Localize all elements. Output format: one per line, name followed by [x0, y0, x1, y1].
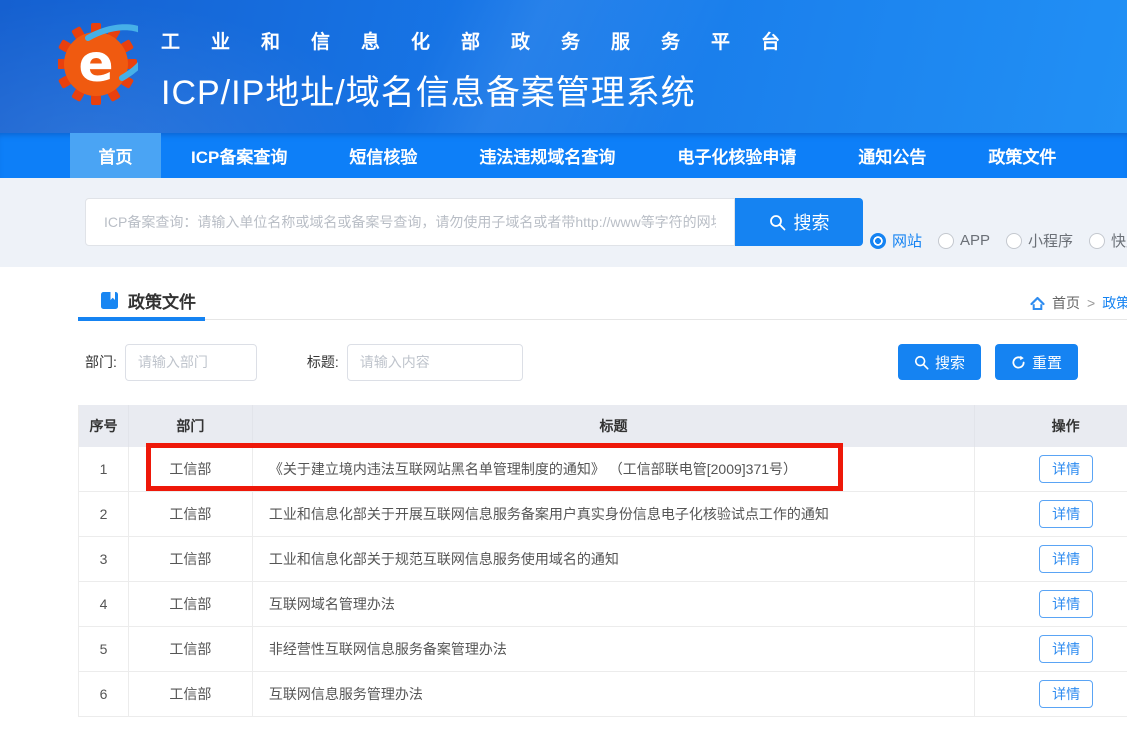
- row-title: 《关于建立境内违法互联网站黑名单管理制度的通知》 （工信部联电管[2009]37…: [253, 447, 975, 491]
- policy-table: 序号 部门 标题 操作 1 工信部 《关于建立境内违法互联网站黑名单管理制度的通…: [78, 405, 1127, 717]
- search-type-radios: 网站 APP 小程序 快应用: [870, 230, 1127, 251]
- row-no: 5: [79, 627, 129, 671]
- refresh-icon: [1011, 355, 1026, 370]
- radio-unselected-icon: [1006, 233, 1022, 249]
- row-dept: 工信部: [129, 672, 253, 716]
- row-no: 2: [79, 492, 129, 536]
- system-title: ICP/IP地址/域名信息备案管理系统: [161, 65, 811, 114]
- title-filter-label: 标题:: [307, 352, 339, 372]
- row-no: 6: [79, 672, 129, 716]
- radio-unselected-icon: [1089, 233, 1105, 249]
- icp-search-button[interactable]: 搜索: [735, 198, 863, 246]
- dept-filter-label: 部门:: [85, 352, 117, 372]
- detail-button[interactable]: 详情: [1039, 590, 1093, 618]
- nav-item-notices[interactable]: 通知公告: [858, 133, 926, 178]
- radio-unselected-icon: [938, 233, 954, 249]
- radio-app[interactable]: APP: [938, 232, 990, 249]
- row-dept: 工信部: [129, 447, 253, 491]
- nav-item-icp-query[interactable]: ICP备案查询: [191, 133, 287, 178]
- row-title: 互联网信息服务管理办法: [253, 672, 975, 716]
- row-dept: 工信部: [129, 537, 253, 581]
- breadcrumb-current: 政策文件: [1102, 293, 1127, 313]
- table-row: 6 工信部 互联网信息服务管理办法 详情: [79, 672, 1127, 717]
- row-title: 互联网域名管理办法: [253, 582, 975, 626]
- platform-title: 工业和信息化部政务服务平台: [161, 27, 811, 54]
- detail-button[interactable]: 详情: [1039, 455, 1093, 483]
- row-no: 4: [79, 582, 129, 626]
- breadcrumb-home-link[interactable]: 首页: [1052, 293, 1080, 313]
- icp-search-input[interactable]: [85, 198, 735, 246]
- section-divider: [78, 319, 1127, 320]
- icp-search-button-label: 搜索: [794, 209, 830, 235]
- search-icon: [914, 355, 929, 370]
- row-dept: 工信部: [129, 492, 253, 536]
- nav-item-policy-docs[interactable]: 政策文件: [988, 133, 1056, 178]
- filter-buttons: 搜索 重置: [898, 344, 1078, 380]
- col-header-dept: 部门: [129, 405, 253, 447]
- title-filter-input[interactable]: [347, 344, 523, 381]
- page-header: e 工业和信息化部政务服务平台 ICP/IP地址/域名信息备案管理系统: [0, 0, 1127, 133]
- main-nav: 首页 ICP备案查询 短信核验 违法违规域名查询 电子化核验申请 通知公告 政策…: [0, 133, 1127, 178]
- table-row: 2 工信部 工业和信息化部关于开展互联网信息服务备案用户真实身份信息电子化核验试…: [79, 492, 1127, 537]
- table-row: 3 工信部 工业和信息化部关于规范互联网信息服务使用域名的通知 详情: [79, 537, 1127, 582]
- row-dept: 工信部: [129, 582, 253, 626]
- filter-search-button[interactable]: 搜索: [898, 344, 981, 380]
- table-header-row: 序号 部门 标题 操作: [79, 405, 1127, 447]
- nav-item-e-verification[interactable]: 电子化核验申请: [677, 133, 796, 178]
- miit-gear-e-logo: e: [58, 18, 138, 110]
- radio-miniprogram[interactable]: 小程序: [1006, 230, 1073, 251]
- filter-form: 部门: 标题:: [85, 343, 523, 381]
- col-header-no: 序号: [79, 405, 129, 447]
- section-title-underline: [78, 317, 205, 321]
- col-header-operation: 操作: [975, 405, 1127, 447]
- detail-button[interactable]: 详情: [1039, 500, 1093, 528]
- col-header-title: 标题: [253, 405, 975, 447]
- book-icon: [100, 291, 119, 310]
- row-title: 工业和信息化部关于开展互联网信息服务备案用户真实身份信息电子化核验试点工作的通知: [253, 492, 975, 536]
- quick-search-band: 搜索 网站 APP 小程序 快应用: [0, 178, 1127, 267]
- table-row: 5 工信部 非经营性互联网信息服务备案管理办法 详情: [79, 627, 1127, 672]
- filter-reset-button[interactable]: 重置: [995, 344, 1078, 380]
- home-icon: [1030, 296, 1045, 311]
- radio-selected-icon: [870, 233, 886, 249]
- row-dept: 工信部: [129, 627, 253, 671]
- svg-text:e: e: [78, 34, 113, 94]
- search-icon: [769, 214, 786, 231]
- row-no: 3: [79, 537, 129, 581]
- row-no: 1: [79, 447, 129, 491]
- row-title: 工业和信息化部关于规范互联网信息服务使用域名的通知: [253, 537, 975, 581]
- breadcrumb: 首页 > 政策文件: [1030, 293, 1127, 313]
- nav-item-sms-verify[interactable]: 短信核验: [349, 133, 417, 178]
- detail-button[interactable]: 详情: [1039, 680, 1093, 708]
- breadcrumb-separator: >: [1087, 295, 1095, 311]
- nav-item-home[interactable]: 首页: [70, 133, 161, 178]
- nav-item-illegal-domain-query[interactable]: 违法违规域名查询: [479, 133, 615, 178]
- detail-button[interactable]: 详情: [1039, 545, 1093, 573]
- radio-quickapp[interactable]: 快应用: [1089, 230, 1127, 251]
- dept-filter-input[interactable]: [125, 344, 257, 381]
- section-title: 政策文件: [128, 288, 196, 313]
- table-row: 4 工信部 互联网域名管理办法 详情: [79, 582, 1127, 627]
- radio-website[interactable]: 网站: [870, 230, 922, 251]
- detail-button[interactable]: 详情: [1039, 635, 1093, 663]
- table-row: 1 工信部 《关于建立境内违法互联网站黑名单管理制度的通知》 （工信部联电管[2…: [79, 447, 1127, 492]
- row-title: 非经营性互联网信息服务备案管理办法: [253, 627, 975, 671]
- section-header: 政策文件: [100, 288, 196, 313]
